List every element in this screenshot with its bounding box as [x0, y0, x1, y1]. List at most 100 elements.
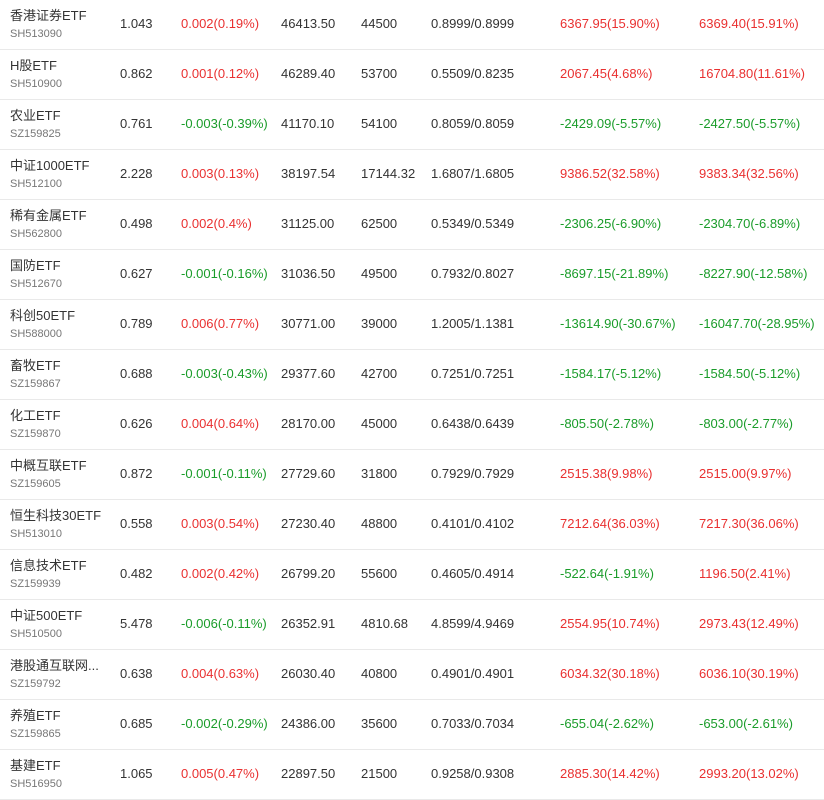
fund-name[interactable]: 中证1000ETF: [10, 158, 105, 173]
table-row[interactable]: 农业ETF SZ159825 0.761 -0.003(-0.39%) 41170.10…: [0, 100, 824, 150]
change-cell: 0.002(0.19%): [181, 16, 260, 31]
fund-name-cell[interactable]: 国防ETF SH512670: [10, 258, 105, 291]
amount-cell: 30771.00: [281, 316, 336, 331]
volume-cell: 53700: [361, 66, 398, 81]
fund-name[interactable]: 港股通互联网...: [10, 658, 105, 673]
amount-cell: 46413.50: [281, 16, 336, 31]
total-profit-loss-cell: -8227.90(-12.58%): [699, 266, 808, 281]
fund-name[interactable]: 养殖ETF: [10, 708, 105, 723]
price-cell: 0.862: [120, 66, 153, 81]
fund-name[interactable]: H股ETF: [10, 58, 105, 73]
price-cell: 0.482: [120, 566, 153, 581]
change-cell: -0.001(-0.11%): [181, 466, 267, 481]
volume-cell: 45000: [361, 416, 398, 431]
table-row[interactable]: H股ETF SH510900 0.862 0.001(0.12%) 46289.40 53…: [0, 50, 824, 100]
table-row[interactable]: 化工ETF SZ159870 0.626 0.004(0.64%) 28170.00 45…: [0, 400, 824, 450]
volume-cell: 39000: [361, 316, 398, 331]
fund-name-cell[interactable]: 科创50ETF SH588000: [10, 308, 105, 341]
fund-name[interactable]: 畜牧ETF: [10, 358, 105, 373]
price-cell: 0.498: [120, 216, 153, 231]
fund-name-cell[interactable]: 港股通互联网... SZ159792: [10, 658, 105, 691]
fund-name-cell[interactable]: H股ETF SH510900: [10, 58, 105, 91]
volume-cell: 21500: [361, 766, 398, 781]
fund-name[interactable]: 信息技术ETF: [10, 558, 105, 573]
fund-code: SZ159865: [10, 728, 61, 740]
fund-name[interactable]: 香港证券ETF: [10, 8, 105, 23]
change-cell: 0.003(0.54%): [181, 516, 260, 531]
amount-cell: 38197.54: [281, 166, 336, 181]
profit-loss-cell: -2306.25(-6.90%): [560, 216, 662, 231]
fund-name-cell[interactable]: 农业ETF SZ159825: [10, 108, 105, 141]
fund-name-cell[interactable]: 中概互联ETF SZ159605: [10, 458, 105, 491]
fund-name-cell[interactable]: 化工ETF SZ159870: [10, 408, 105, 441]
fund-name[interactable]: 稀有金属ETF: [10, 208, 105, 223]
price-range-cell: 0.7929/0.7929: [431, 466, 515, 481]
table-row[interactable]: 科创50ETF SH588000 0.789 0.006(0.77%) 30771.00…: [0, 300, 824, 350]
fund-name-cell[interactable]: 信息技术ETF SZ159939: [10, 558, 105, 591]
fund-name-cell[interactable]: 养殖ETF SZ159865: [10, 708, 105, 741]
price-cell: 0.688: [120, 366, 153, 381]
price-cell: 0.626: [120, 416, 153, 431]
profit-loss-cell: -522.64(-1.91%): [560, 566, 654, 581]
profit-loss-cell: -13614.90(-30.67%): [560, 316, 676, 331]
change-cell: 0.002(0.42%): [181, 566, 260, 581]
fund-code: SH562800: [10, 228, 62, 240]
change-cell: -0.003(-0.43%): [181, 366, 268, 381]
fund-code: SH510900: [10, 78, 62, 90]
price-range-cell: 0.8999/0.8999: [431, 16, 515, 31]
volume-cell: 4810.68: [361, 616, 408, 631]
fund-name[interactable]: 中概互联ETF: [10, 458, 105, 473]
fund-name[interactable]: 国防ETF: [10, 258, 105, 273]
fund-name[interactable]: 科创50ETF: [10, 308, 105, 323]
table-row[interactable]: 香港证券ETF SH513090 1.043 0.002(0.19%) 46413.50…: [0, 0, 824, 50]
fund-code: SZ159870: [10, 428, 61, 440]
fund-code: SH516950: [10, 778, 62, 790]
fund-name-cell[interactable]: 香港证券ETF SH513090: [10, 8, 105, 41]
fund-code: SZ159867: [10, 378, 61, 390]
fund-name[interactable]: 基建ETF: [10, 758, 105, 773]
profit-loss-cell: 7212.64(36.03%): [560, 516, 660, 531]
table-row[interactable]: 中证1000ETF SH512100 2.228 0.003(0.13%) 38197.…: [0, 150, 824, 200]
amount-cell: 27729.60: [281, 466, 336, 481]
table-row[interactable]: 中证500ETF SH510500 5.478 -0.006(-0.11%) 26352…: [0, 600, 824, 650]
table-row[interactable]: 信息技术ETF SZ159939 0.482 0.002(0.42%) 26799.20…: [0, 550, 824, 600]
fund-name-cell[interactable]: 中证1000ETF SH512100: [10, 158, 105, 191]
table-row[interactable]: 养殖ETF SZ159865 0.685 -0.002(-0.29%) 24386.00…: [0, 700, 824, 750]
price-range-cell: 0.5509/0.8235: [431, 66, 515, 81]
table-row[interactable]: 中概互联ETF SZ159605 0.872 -0.001(-0.11%) 27729.…: [0, 450, 824, 500]
price-cell: 0.685: [120, 716, 153, 731]
table-row[interactable]: 畜牧ETF SZ159867 0.688 -0.003(-0.43%) 29377.60…: [0, 350, 824, 400]
fund-name[interactable]: 中证500ETF: [10, 608, 105, 623]
fund-name[interactable]: 农业ETF: [10, 108, 105, 123]
total-profit-loss-cell: 6036.10(30.19%): [699, 666, 799, 681]
table-row[interactable]: 港股通互联网... SZ159792 0.638 0.004(0.63%) 26030.…: [0, 650, 824, 700]
volume-cell: 55600: [361, 566, 398, 581]
table-row[interactable]: 恒生科技30ETF SH513010 0.558 0.003(0.54%) 27230.…: [0, 500, 824, 550]
table-row[interactable]: 国防ETF SH512670 0.627 -0.001(-0.16%) 31036.50…: [0, 250, 824, 300]
total-profit-loss-cell: -16047.70(-28.95%): [699, 316, 815, 331]
price-cell: 0.761: [120, 116, 153, 131]
volume-cell: 48800: [361, 516, 398, 531]
fund-name[interactable]: 化工ETF: [10, 408, 105, 423]
volume-cell: 54100: [361, 116, 398, 131]
change-cell: 0.004(0.64%): [181, 416, 260, 431]
fund-code: SZ159792: [10, 678, 61, 690]
fund-name-cell[interactable]: 畜牧ETF SZ159867: [10, 358, 105, 391]
amount-cell: 22897.50: [281, 766, 336, 781]
fund-name-cell[interactable]: 中证500ETF SH510500: [10, 608, 105, 641]
change-cell: 0.001(0.12%): [181, 66, 260, 81]
profit-loss-cell: -8697.15(-21.89%): [560, 266, 669, 281]
price-range-cell: 1.6807/1.6805: [431, 166, 515, 181]
fund-name-cell[interactable]: 恒生科技30ETF SH513010: [10, 508, 105, 541]
volume-cell: 35600: [361, 716, 398, 731]
fund-name[interactable]: 恒生科技30ETF: [10, 508, 105, 523]
price-cell: 0.558: [120, 516, 153, 531]
fund-name-cell[interactable]: 基建ETF SH516950: [10, 758, 105, 791]
table-row[interactable]: 稀有金属ETF SH562800 0.498 0.002(0.4%) 31125.00 6…: [0, 200, 824, 250]
fund-name-cell[interactable]: 稀有金属ETF SH562800: [10, 208, 105, 241]
price-cell: 0.789: [120, 316, 153, 331]
amount-cell: 31125.00: [281, 216, 335, 231]
table-row[interactable]: 基建ETF SH516950 1.065 0.005(0.47%) 22897.50 21…: [0, 750, 824, 800]
profit-loss-cell: -805.50(-2.78%): [560, 416, 654, 431]
profit-loss-cell: 6034.32(30.18%): [560, 666, 660, 681]
